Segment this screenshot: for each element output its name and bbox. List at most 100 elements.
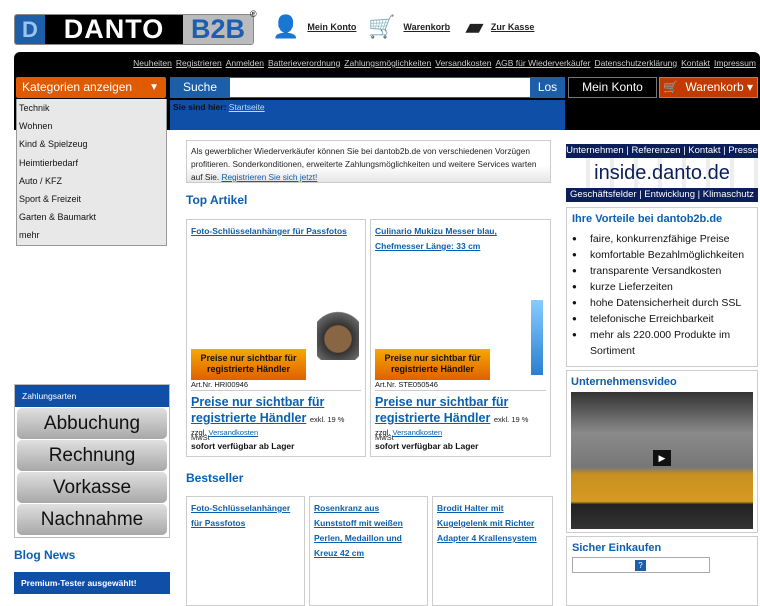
logo-danto: DANTO xyxy=(45,15,183,44)
inside-nav-bottom[interactable]: Geschäftsfelder | Entwicklung | Klimasch… xyxy=(566,188,758,202)
play-icon[interactable]: ▶ xyxy=(653,450,671,466)
topnav-link[interactable]: Datenschutzerklärung xyxy=(594,58,677,68)
header-link-warenkorb[interactable]: 🛒 Warenkorb xyxy=(368,14,450,40)
category-item[interactable]: Wohnen xyxy=(17,117,166,135)
payment-methods: Zahlungsarten Abbuchung Rechnung Vorkass… xyxy=(14,384,170,538)
bestseller-card: Brodit Halter mit Kugelgelenk mit Richte… xyxy=(432,496,553,606)
price-badge[interactable]: Preise nur sichtbar für registrierte Hän… xyxy=(375,349,490,380)
topnav-link[interactable]: Batterieverordnung xyxy=(268,58,340,68)
topnav-link[interactable]: Neuheiten xyxy=(133,58,172,68)
payment-nachnahme[interactable]: Nachnahme xyxy=(17,504,167,535)
category-item[interactable]: Kind & Spielzeug xyxy=(17,135,166,153)
chevron-down-icon: ▼ xyxy=(149,82,159,93)
secure-heading: Sicher Einkaufen xyxy=(572,542,662,554)
warenkorb-button[interactable]: 🛒 Warenkorb ▾ xyxy=(659,77,758,98)
category-item[interactable]: Auto / KFZ xyxy=(17,172,166,190)
topnav-link[interactable]: Impressum xyxy=(714,58,756,68)
stock-status: sofort verfügbar ab Lager xyxy=(191,441,295,451)
link-label: Warenkorb xyxy=(403,22,451,32)
blog-news-heading: Blog News xyxy=(14,548,76,562)
top-nav: Neuheiten Registrieren Anmelden Batteriever… xyxy=(133,58,756,68)
bestseller-card: Foto-Schlüsselanhänger für Passfotos xyxy=(186,496,305,606)
vorteil-item: transparente Versandkosten xyxy=(572,263,752,279)
registered-mark: ® xyxy=(250,9,257,19)
breadcrumb-link[interactable]: Startseite xyxy=(229,102,265,112)
breadcrumb-prefix: Sie sind hier: xyxy=(173,102,227,112)
topnav-link[interactable]: Registrieren xyxy=(176,58,222,68)
categories-button[interactable]: Kategorien anzeigen ▼ xyxy=(16,77,166,98)
category-list: Technik Wohnen Kind & Spielzeug Heimtier… xyxy=(16,99,167,246)
categories-label: Kategorien anzeigen xyxy=(22,80,133,94)
category-item[interactable]: Sport & Freizeit xyxy=(17,190,166,208)
payment-abbuchung[interactable]: Abbuchung xyxy=(17,408,167,439)
blog-item[interactable]: Premium-Tester ausgewählt! xyxy=(14,572,170,594)
inside-danto-banner[interactable]: Unternehmen | Referenzen | Kontakt | Pre… xyxy=(566,144,758,202)
secure-box: Sicher Einkaufen ? xyxy=(566,536,758,606)
header-link-zur-kasse[interactable]: ▰ Zur Kasse xyxy=(466,14,534,40)
article-number: Art.Nr. HRI00946 xyxy=(191,380,361,391)
price-link[interactable]: Preise nur sichtbar für registrierte Hän… xyxy=(191,395,324,425)
inside-title[interactable]: inside.danto.de xyxy=(566,158,758,188)
header-link-mein-konto[interactable]: 👤 Mein Konto xyxy=(272,14,356,40)
logo-b2b: B2B xyxy=(183,15,253,44)
cash-register-icon: ▰ xyxy=(466,14,483,39)
product-title[interactable]: Foto-Schlüsselanhänger für Passfotos xyxy=(191,501,300,531)
product-title[interactable]: Culinario Mukizu Messer blau, Chefmesser… xyxy=(375,224,546,254)
logo-d: D xyxy=(15,15,45,44)
warenkorb-label: Warenkorb ▾ xyxy=(685,80,753,94)
search-label: Suche xyxy=(170,77,230,98)
product-title[interactable]: Brodit Halter mit Kugelgelenk mit Richte… xyxy=(437,501,548,546)
seal-icon: ? xyxy=(635,560,646,571)
product-title[interactable]: Rosenkranz aus Kunststoff mit weißen Per… xyxy=(314,501,423,561)
register-link[interactable]: Registrieren Sie sich jetzt! xyxy=(221,172,317,182)
category-item[interactable]: Heimtierbedarf xyxy=(17,154,166,172)
vorteil-item: kurze Lieferzeiten xyxy=(572,279,752,295)
cart-icon: 🛒 xyxy=(368,14,396,39)
vorteil-item: telefonische Erreichbarkeit xyxy=(572,311,752,327)
vorteil-item: komfortable Bezahlmöglichkeiten xyxy=(572,247,752,263)
bestseller-card: Rosenkranz aus Kunststoff mit weißen Per… xyxy=(309,496,428,606)
shipping-link[interactable]: Versandkosten xyxy=(393,428,443,437)
search-button[interactable]: Los xyxy=(530,77,565,98)
price-link[interactable]: Preise nur sichtbar für registrierte Hän… xyxy=(375,395,508,425)
category-item[interactable]: mehr xyxy=(17,226,166,244)
top-artikel-heading: Top Artikel xyxy=(186,193,248,207)
link-label: Mein Konto xyxy=(307,22,357,32)
payment-rechnung[interactable]: Rechnung xyxy=(17,440,167,471)
category-item[interactable]: Garten & Baumarkt xyxy=(17,208,166,226)
logo[interactable]: D DANTO B2B xyxy=(14,14,254,45)
info-box: Als gewerblicher Wiederverkäufer können … xyxy=(186,140,551,183)
product-card: Foto-Schlüsselanhänger für Passfotos Pre… xyxy=(186,219,366,457)
mein-konto-button[interactable]: Mein Konto xyxy=(568,77,657,98)
link-label: Zur Kasse xyxy=(490,22,535,32)
vorteile-heading: Ihre Vorteile bei dantob2b.de xyxy=(572,213,723,225)
payment-vorkasse[interactable]: Vorkasse xyxy=(17,472,167,503)
vorteil-item: mehr als 220.000 Produkte im Sortiment xyxy=(572,327,752,359)
product-image[interactable] xyxy=(317,300,359,360)
category-item[interactable]: Technik xyxy=(17,99,166,117)
product-card: Culinario Mukizu Messer blau, Chefmesser… xyxy=(370,219,551,457)
topnav-link[interactable]: Versandkosten xyxy=(435,58,491,68)
topnav-link[interactable]: Kontakt xyxy=(681,58,710,68)
zzgl: zzgl. xyxy=(375,428,391,437)
shipping-link[interactable]: Versandkosten xyxy=(209,428,259,437)
product-title[interactable]: Foto-Schlüsselanhänger für Passfotos xyxy=(191,224,361,239)
vorteil-item: hohe Datensicherheit durch SSL xyxy=(572,295,752,311)
article-number: Art.Nr. STE050546 xyxy=(375,380,546,391)
video-box: Unternehmensvideo ▶ xyxy=(566,370,758,533)
topnav-link[interactable]: Zahlungsmöglichkeiten xyxy=(344,58,431,68)
ssl-seal[interactable]: ? xyxy=(572,557,710,573)
zzgl: zzgl. xyxy=(191,428,207,437)
vorteil-item: faire, konkurrenzfähige Preise xyxy=(572,231,752,247)
video-player[interactable]: ▶ xyxy=(571,392,753,529)
vorteile-box: Ihre Vorteile bei dantob2b.de faire, kon… xyxy=(566,207,758,367)
video-heading: Unternehmensvideo xyxy=(571,376,677,388)
product-image[interactable] xyxy=(531,300,543,375)
payment-heading: Zahlungsarten xyxy=(15,385,169,407)
inside-nav-top[interactable]: Unternehmen | Referenzen | Kontakt | Pre… xyxy=(566,144,758,158)
topnav-link[interactable]: Anmelden xyxy=(226,58,264,68)
breadcrumb: Sie sind hier: Startseite xyxy=(170,100,565,130)
price-badge[interactable]: Preise nur sichtbar für registrierte Hän… xyxy=(191,349,306,380)
person-icon: 👤 xyxy=(272,14,300,39)
topnav-link[interactable]: AGB für Wiederverkäufer xyxy=(495,58,590,68)
